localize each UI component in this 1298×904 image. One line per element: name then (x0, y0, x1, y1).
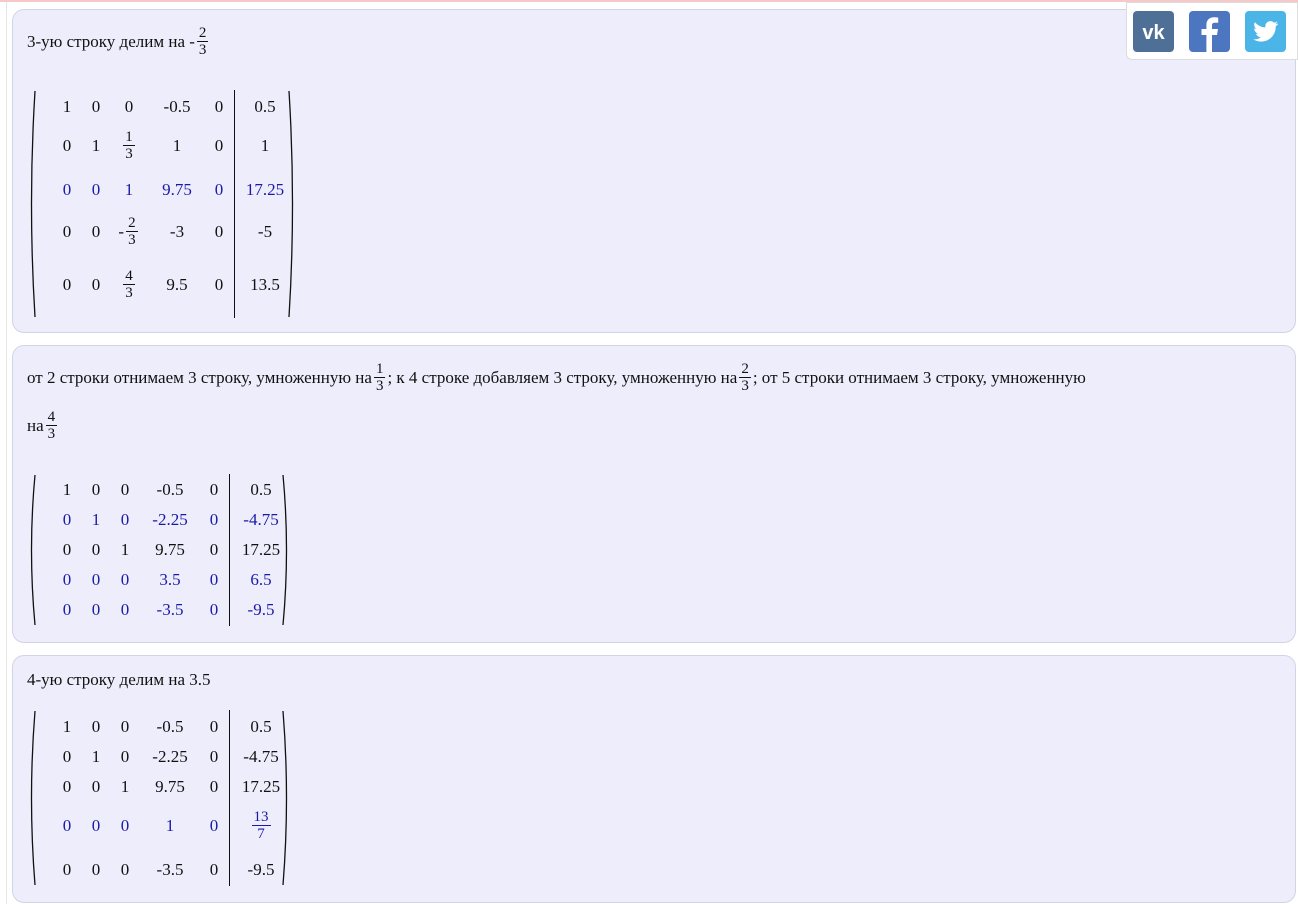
solution-step-1: 3-ую строку делим на - 2 3 1 0 0 -0.5 0 0.5 0 1… (12, 9, 1296, 333)
matrix-cell: -9.5 (247, 860, 275, 879)
step-2-description-line-2: на 4 3 (27, 410, 59, 442)
step-1-matrix: 1 0 0 -0.5 0 0.5 0 1 1 3 1 0 1 0 0 1 9.75 0 17.25 0 0-2 3 -3 0-… (27, 90, 297, 318)
fraction-numerator: 2 (126, 215, 138, 232)
fraction-denominator: 3 (741, 378, 749, 394)
matrix-left-bracket (27, 90, 37, 318)
fraction-numerator: 1 (123, 129, 135, 146)
step-2-description-line-1: от 2 строки отнимаем 3 строку, умноженну… (27, 361, 1086, 395)
twitter-icon (1253, 21, 1279, 42)
step-3-text: 4-ую строку делим на 3.5 (27, 670, 211, 689)
step-1-text: 3-ую строку делим на - (27, 32, 195, 51)
fraction-denominator: 3 (47, 426, 56, 442)
step-2-fraction-3: 4 3 (45, 409, 58, 442)
matrix-cell: 17.25 (245, 180, 285, 199)
step-2-fraction-2: 2 3 (739, 362, 751, 394)
step-1-description: 3-ую строку делим на - 2 3 (27, 26, 210, 58)
fraction-numerator: 4 (123, 268, 135, 285)
fraction-numerator: 13 (251, 809, 271, 826)
fraction-numerator: 4 (45, 409, 58, 426)
fraction-denominator: 7 (257, 826, 265, 842)
solution-step-3: 4-ую строку делим на 3.5 1 0 0 -0.5 0 0.5 0 1 0-… (12, 655, 1296, 903)
cell-fraction: 23 (126, 216, 138, 248)
step-2-text-part-4: на (27, 416, 44, 435)
step-2-text-part-2: ; к 4 строке добавляем 3 строку, умножен… (387, 368, 738, 387)
step-2-text-part-1: от 2 строки отнимаем 3 строку, умноженну… (27, 368, 372, 387)
solution-step-2: от 2 строки отнимаем 3 строку, умноженну… (12, 345, 1296, 643)
step-2-fraction-1: 1 3 (373, 361, 386, 394)
vk-icon: vk (1142, 22, 1165, 44)
svg-text:vk: vk (1142, 22, 1165, 44)
matrix-left-bracket (27, 710, 37, 886)
matrix-cell: 13 7 (231, 806, 291, 846)
cell-fraction: 13 7 (251, 809, 271, 842)
left-divider (6, 2, 7, 904)
step-2-matrix: 1 0 0 -0.5 0 0.5 0 1 0 -2.25 0 -4.75 0 0 1 9.75 0 17.25 0 0… (27, 474, 291, 626)
matrix-cell: 13.5 (250, 275, 280, 294)
fraction-sign: - (118, 222, 125, 241)
matrix-cell: -5 (257, 222, 273, 241)
fraction-numerator: 2 (196, 25, 209, 42)
matrix-left-bracket (27, 474, 37, 626)
step-3-matrix: 1 0 0 -0.5 0 0.5 0 1 0 -2.25 0 -4.75 0 0 1 9.75 0 17.25 0 0… (27, 710, 291, 886)
fraction-denominator: 3 (125, 285, 133, 301)
matrix-cell: 1 (260, 136, 270, 155)
matrix-cell: -9.5 (247, 600, 275, 619)
vk-share-button[interactable]: vk (1133, 11, 1174, 52)
step-1-divisor-fraction: 2 3 (196, 25, 209, 58)
step-2-text-part-3: ; от 5 строки отнимаем 3 строку, умножен… (752, 368, 1086, 387)
top-divider (0, 0, 1298, 2)
fraction-numerator: 1 (373, 361, 386, 378)
cell-fraction: 13 (123, 130, 135, 162)
cell-fraction: 43 (123, 269, 135, 301)
fraction-numerator: 2 (739, 361, 751, 378)
fraction-denominator: 3 (375, 378, 384, 394)
fraction-denominator: 3 (128, 232, 136, 248)
twitter-share-button[interactable] (1245, 11, 1286, 52)
facebook-icon (1201, 17, 1219, 52)
fraction-denominator: 3 (125, 146, 133, 162)
matrix-cell: 17.25 (241, 777, 281, 796)
social-share-bar: vk (1126, 2, 1298, 60)
facebook-share-button[interactable] (1189, 11, 1230, 52)
fraction-denominator: 3 (198, 42, 207, 58)
matrix-cell: 0.5 (254, 97, 276, 116)
step-3-description: 4-ую строку делим на 3.5 (27, 670, 211, 690)
